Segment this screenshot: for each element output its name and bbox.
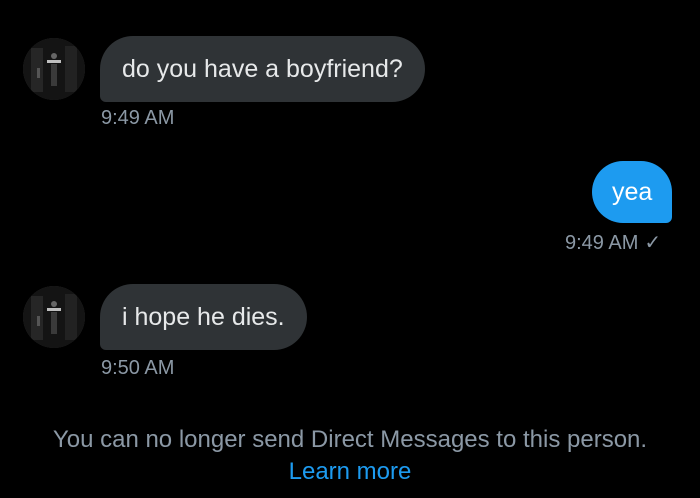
message-timestamp: 9:50 AM [101, 357, 175, 379]
notice-text: You can no longer send Direct Messages t… [52, 426, 648, 453]
message-bubble-incoming[interactable]: i hope he dies. [100, 284, 307, 350]
message-timestamp: 9:49 AM [101, 107, 175, 129]
message-text: yea [612, 178, 653, 206]
message-bubble-incoming[interactable]: do you have a boyfriend? [100, 36, 425, 102]
avatar-photo-icon [23, 286, 85, 348]
sender-avatar[interactable] [23, 38, 85, 100]
sender-avatar[interactable] [23, 286, 85, 348]
message-bubble-outgoing[interactable]: yea [592, 161, 673, 223]
avatar-photo-icon [23, 38, 85, 100]
learn-more-link[interactable]: Learn more [289, 456, 412, 488]
message-timestamp: 9:49 AM ✓ [565, 232, 662, 254]
message-text: i hope he dies. [122, 303, 285, 331]
dm-restriction-notice: You can no longer send Direct Messages t… [0, 424, 700, 488]
check-icon: ✓ [644, 232, 662, 254]
message-text: do you have a boyfriend? [122, 55, 403, 83]
